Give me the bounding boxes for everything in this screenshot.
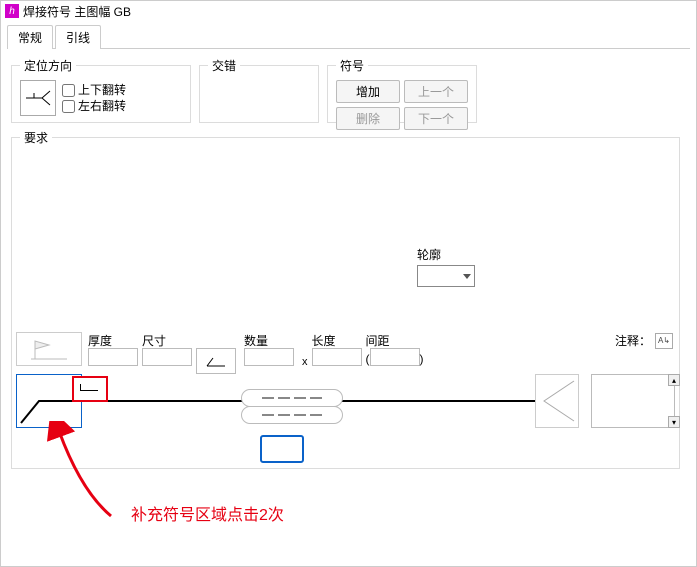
length-param: 长度 bbox=[312, 332, 362, 366]
pitch-param: 间距 ( ) bbox=[366, 332, 424, 368]
symbol-line-area: ▴ ▾ bbox=[16, 374, 675, 442]
group-orientation-legend: 定位方向 bbox=[20, 57, 76, 74]
group-requirements-legend: 要求 bbox=[20, 129, 52, 146]
note-scroll-up[interactable]: ▴ bbox=[668, 374, 680, 386]
page-body: 定位方向 上下翻转 左右翻转 bbox=[1, 49, 696, 477]
group-stagger-legend: 交错 bbox=[208, 57, 240, 74]
tail-note-field[interactable] bbox=[591, 374, 675, 428]
note-edit-icon[interactable]: A↳ bbox=[655, 333, 673, 349]
size-label: 尺寸 bbox=[142, 332, 192, 346]
annotation-text: 补充符号区域点击2次 bbox=[131, 501, 284, 525]
flip-horizontal-checkbox[interactable]: 左右翻转 bbox=[62, 98, 126, 114]
thickness-label: 厚度 bbox=[88, 332, 138, 346]
add-button[interactable]: 增加 bbox=[336, 80, 400, 103]
flip-horizontal-input[interactable] bbox=[62, 100, 75, 113]
note-label: 注释： bbox=[615, 332, 651, 349]
note-scroll-down[interactable]: ▾ bbox=[668, 416, 680, 428]
count-param: 数量 bbox=[244, 332, 294, 366]
group-requirements: 要求 轮廓 厚度 尺寸 bbox=[11, 129, 680, 469]
contour-select[interactable] bbox=[417, 265, 475, 287]
multiply-symbol: x bbox=[298, 356, 312, 370]
param-row: 厚度 尺寸 数量 bbox=[16, 332, 675, 370]
size-param: 尺寸 bbox=[142, 332, 192, 366]
weld-symbol-picker[interactable] bbox=[196, 348, 236, 374]
tab-general[interactable]: 常规 bbox=[7, 25, 53, 49]
prev-button[interactable]: 上一个 bbox=[404, 80, 468, 103]
thickness-param: 厚度 bbox=[88, 332, 138, 366]
length-input[interactable] bbox=[312, 348, 362, 366]
selected-other-side-slot[interactable] bbox=[260, 435, 304, 463]
pitch-label: 间距 bbox=[366, 332, 424, 346]
size-input[interactable] bbox=[142, 348, 192, 366]
symbol-picker-param bbox=[196, 332, 236, 374]
delete-button[interactable]: 删除 bbox=[336, 107, 400, 130]
count-input[interactable] bbox=[244, 348, 294, 366]
contour-label: 轮廓 bbox=[417, 246, 475, 263]
top-groups: 定位方向 上下翻转 左右翻转 bbox=[11, 57, 686, 123]
pitch-input[interactable] bbox=[370, 348, 420, 366]
titlebar: h 焊接符号 主图幅 GB bbox=[1, 1, 696, 21]
tab-leader[interactable]: 引线 bbox=[55, 25, 101, 49]
upper-dash-slot[interactable] bbox=[241, 389, 343, 407]
flip-vertical-input[interactable] bbox=[62, 84, 75, 97]
field-weld-flag-button[interactable] bbox=[16, 332, 82, 366]
contour-block: 轮廓 bbox=[417, 246, 475, 287]
arrow-side-button[interactable] bbox=[535, 374, 579, 428]
orientation-preview-icon bbox=[20, 80, 56, 116]
length-label: 长度 bbox=[312, 332, 362, 346]
highlighted-symbol-slot[interactable] bbox=[72, 376, 108, 402]
thickness-input[interactable] bbox=[88, 348, 138, 366]
count-label: 数量 bbox=[244, 332, 294, 346]
window-title: 焊接符号 主图幅 GB bbox=[23, 3, 131, 20]
note-block: 注释： A↳ bbox=[615, 332, 673, 349]
flip-vertical-checkbox[interactable]: 上下翻转 bbox=[62, 82, 126, 98]
group-symbol: 符号 增加 上一个 删除 下一个 bbox=[327, 57, 477, 123]
flip-vertical-label: 上下翻转 bbox=[78, 82, 126, 98]
group-stagger: 交错 bbox=[199, 57, 319, 123]
tab-strip: 常规 引线 bbox=[1, 21, 696, 49]
pitch-right-paren: ) bbox=[420, 352, 424, 366]
flip-horizontal-label: 左右翻转 bbox=[78, 98, 126, 114]
lower-dash-slot[interactable] bbox=[241, 406, 343, 424]
group-symbol-legend: 符号 bbox=[336, 57, 368, 74]
app-icon: h bbox=[5, 4, 19, 18]
group-orientation: 定位方向 上下翻转 左右翻转 bbox=[11, 57, 191, 123]
window: h 焊接符号 主图幅 GB 常规 引线 定位方向 上下 bbox=[0, 0, 697, 567]
symbol-picker-spacer bbox=[196, 332, 236, 346]
next-button[interactable]: 下一个 bbox=[404, 107, 468, 130]
